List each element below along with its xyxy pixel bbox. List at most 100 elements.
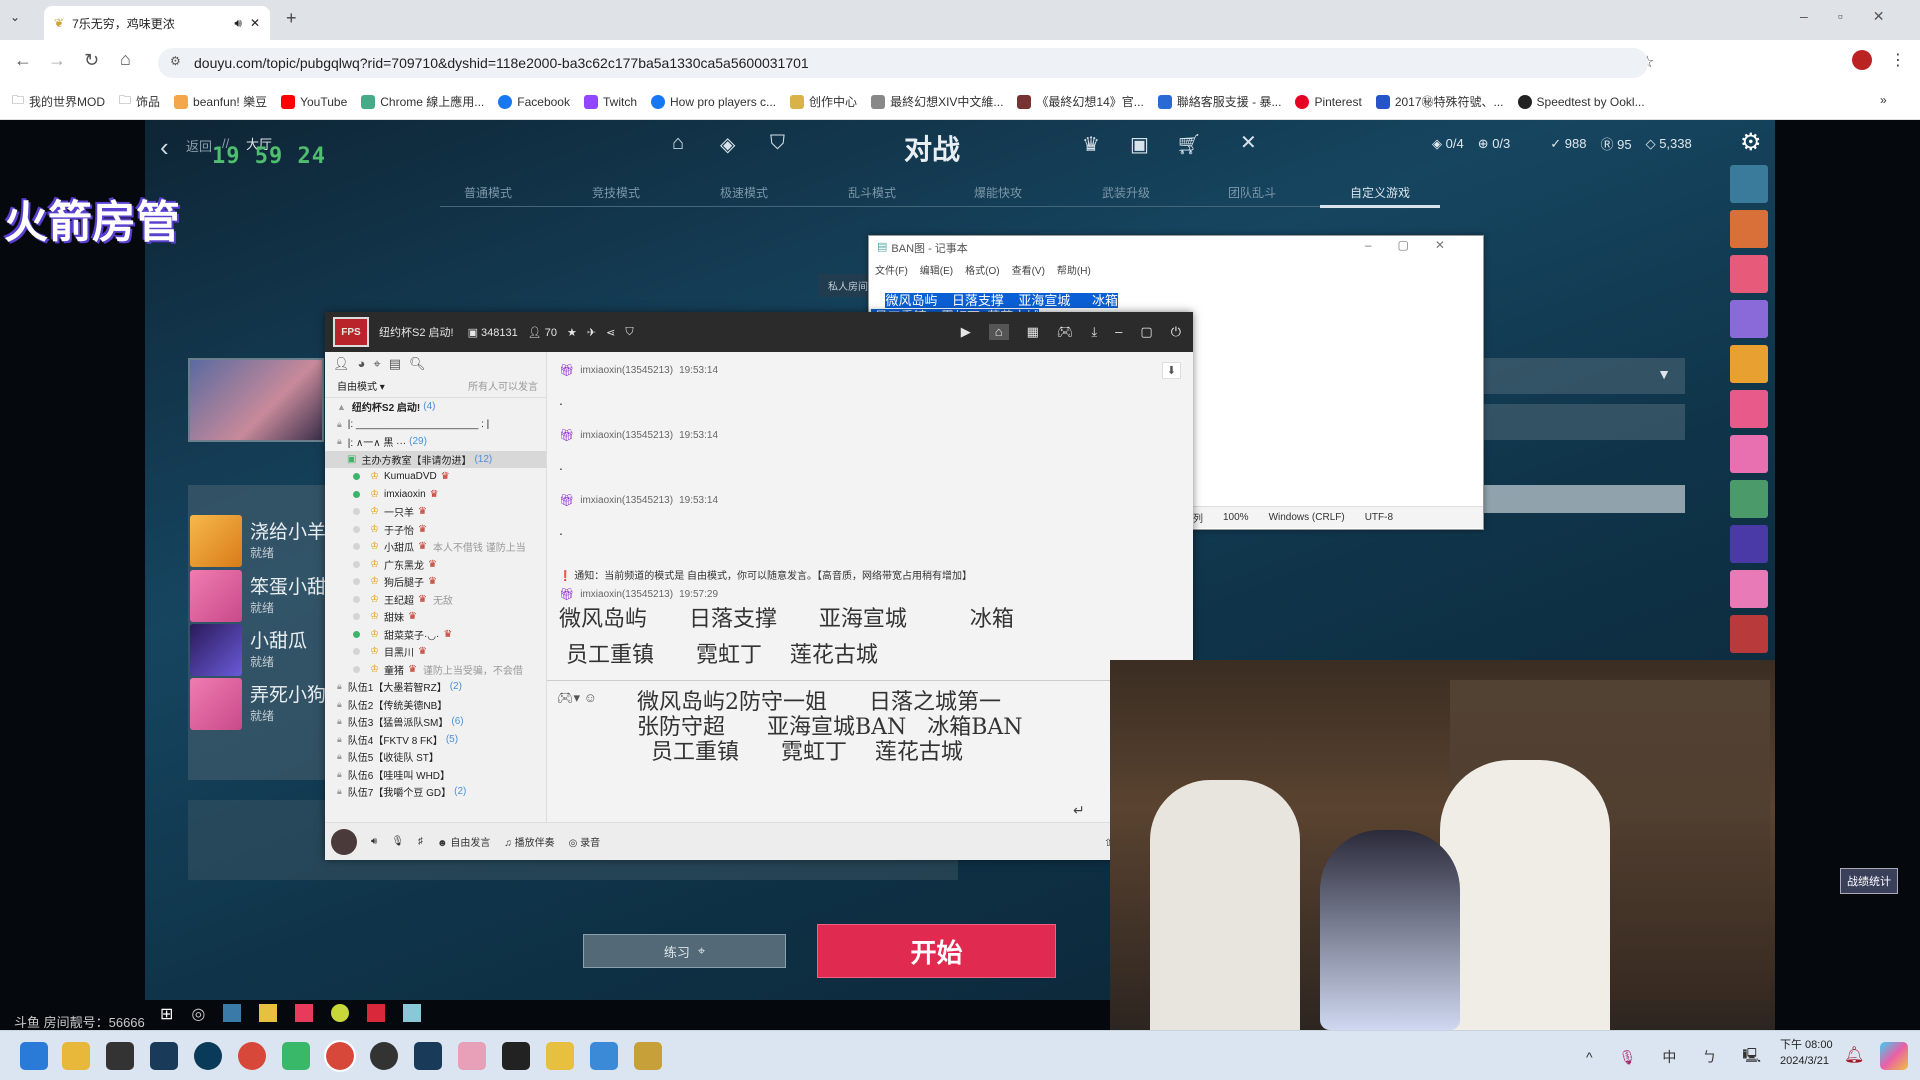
mode-tab[interactable]: 武装升级 (1102, 184, 1150, 201)
mode-tab[interactable]: 乱斗模式 (848, 184, 896, 201)
member-row[interactable]: ♔ 于子怡 ♛ (325, 521, 546, 539)
mic-icon[interactable]: 🎙︎ (391, 836, 404, 847)
member-row[interactable]: ♔ 一只羊 ♛ (325, 503, 546, 521)
home-icon[interactable]: ⌂ (988, 324, 1009, 340)
wechat-icon[interactable] (282, 1042, 310, 1070)
bookmark-item[interactable]: 2017㊙特殊符號、... (1375, 93, 1504, 110)
mode-tab[interactable]: 普通模式 (464, 184, 512, 201)
mic-icon[interactable]: 🎙︎ (1619, 1049, 1637, 1066)
profile-avatar[interactable] (1852, 50, 1872, 70)
user-icon[interactable]: 👤︎ (333, 356, 350, 372)
team-channel[interactable]: 🔒︎ 队伍1【大墨若智RZ】 (2) (325, 678, 546, 696)
board-icon[interactable]: ▦ (1027, 324, 1039, 340)
member-row[interactable]: ♔ 童猪 ♛ 谨防上当受骗，不会借 (325, 661, 546, 679)
back-chevron-icon[interactable]: ‹ (160, 132, 169, 163)
window-controls[interactable]: –▫✕ (1800, 8, 1914, 25)
channel-node[interactable]: ▲ 纽约杯S2 启动! (4) (325, 398, 546, 416)
yy-icon[interactable] (546, 1042, 574, 1070)
obs-icon[interactable] (370, 1042, 398, 1070)
bookmark-item[interactable]: Twitch (583, 94, 637, 109)
bookmark-item[interactable]: 创作中心 (790, 93, 857, 110)
steam-icon[interactable] (414, 1042, 442, 1070)
network-icon[interactable]: 🖳︎ (1742, 1045, 1761, 1069)
team-channel[interactable]: 🔒︎ 队伍4【FKTV 8 FK】 (5) (325, 731, 546, 749)
file-explorer-icon[interactable] (62, 1042, 90, 1070)
app-icon[interactable] (634, 1042, 662, 1070)
maximize-icon[interactable]: ▢ (1140, 324, 1152, 340)
mode-tab[interactable]: 极速模式 (720, 184, 768, 201)
room-node-active[interactable]: ▣ 主办方教室【非请勿进】 (12) (325, 450, 546, 468)
close-tab-icon[interactable]: ✕ (250, 16, 260, 30)
site-info-icon[interactable]: ⚙ (170, 54, 181, 68)
mode-tab[interactable]: 爆能快攻 (974, 184, 1022, 201)
back-label[interactable]: 返回 (186, 136, 212, 155)
gamepad-icon[interactable]: 🎮︎ (1057, 324, 1074, 340)
menu-view[interactable]: 查看(V) (1012, 262, 1045, 277)
map-thumbnail[interactable] (188, 358, 324, 442)
bookmark-item[interactable]: 《最終幻想14》官... (1017, 93, 1144, 110)
menu-help[interactable]: 帮助(H) (1057, 262, 1091, 277)
mixer-icon[interactable]: ♯ (418, 836, 423, 847)
home-icon[interactable]: ⌂ (672, 132, 684, 155)
agent-x-icon[interactable]: ✕ (1240, 130, 1257, 155)
app-icon[interactable] (458, 1042, 486, 1070)
forward-arrow-icon[interactable]: → (48, 50, 66, 71)
agent-icon[interactable] (1730, 480, 1768, 518)
practice-button[interactable]: 练习 ⌖ (583, 934, 786, 968)
agent-icon[interactable] (1730, 300, 1768, 338)
my-avatar[interactable] (331, 828, 357, 855)
chrome-active-icon[interactable] (324, 1040, 356, 1072)
ime-mode-icon[interactable]: ㄅ (1702, 1047, 1716, 1067)
notepad-window-controls[interactable]: –▢✕ (1365, 238, 1471, 252)
scroll-to-bottom-icon[interactable]: ⬇ (1161, 362, 1181, 379)
chat-input[interactable]: 微风岛屿2防守一姐 日落之城第一 张防守超 亚海宣城BAN 冰箱BAN 员工重镇… (637, 690, 1177, 810)
agent-icon[interactable] (1730, 345, 1768, 383)
bookmark-item[interactable]: 聯絡客服支援 - 暴... (1157, 93, 1281, 110)
tab-search-chevron-icon[interactable]: ⌄ (10, 10, 20, 24)
bookmark-item[interactable]: 🗀 我的世界MOD (12, 91, 105, 112)
agent-icon[interactable] (1730, 525, 1768, 563)
agent-icon[interactable] (1730, 615, 1768, 653)
mode-tab[interactable]: 竞技模式 (592, 184, 640, 201)
bookmark-item[interactable]: 🗀 饰品 (119, 91, 160, 112)
record-button[interactable]: ◎ 录音 (569, 834, 601, 849)
emoji-gamepad-icon[interactable]: 🎮︎▾ ☺ (557, 690, 597, 706)
notes-icon[interactable]: ▤ (389, 356, 401, 372)
member-row[interactable]: ♔ 狗后腿子 ♛ (325, 573, 546, 591)
more-bookmarks-icon[interactable]: » (1880, 93, 1887, 107)
bookmark-item[interactable]: How pro players c... (651, 94, 776, 109)
rank-icon[interactable]: ⛉ (770, 132, 785, 155)
address-bar[interactable]: ⚙ douyu.com/topic/pubgqlwq?rid=709710&dy… (158, 48, 1648, 78)
bookmark-item[interactable]: Facebook (498, 94, 570, 109)
member-row[interactable]: ♔ 小甜瓜 ♛ 本人不借钱 谨防上当 (325, 538, 546, 556)
app-icon[interactable] (106, 1042, 134, 1070)
mode-tab-active[interactable]: 自定义游戏 (1350, 184, 1410, 201)
mode-dropdown[interactable]: 自由模式 ▾ (337, 378, 385, 393)
video-icon[interactable]: ▶ (961, 324, 971, 340)
locker-icon[interactable]: ▣ (1130, 132, 1149, 157)
clock[interactable]: 下午 08:00 2024/3/21 (1780, 1037, 1833, 1069)
member-row[interactable]: ♔ imxiaoxin ♛ (325, 486, 546, 504)
member-row[interactable]: ♔ 甜菜菜子·◡· ♛ (325, 626, 546, 644)
home-icon[interactable]: ⌂ (120, 49, 131, 70)
favorite-star-icon[interactable]: ★ (567, 326, 577, 339)
cart-icon[interactable]: 🛒︎ (1176, 132, 1201, 157)
headset-icon[interactable]: ◕ (358, 356, 366, 372)
bookmark-item[interactable]: YouTube (281, 94, 347, 109)
team-channel[interactable]: 🔒︎ 队伍6【哇哇叫 WHD】 (325, 766, 546, 784)
steam-icon[interactable] (150, 1042, 178, 1070)
ime-indicator[interactable]: 中 (1662, 1047, 1676, 1067)
menu-kebab-icon[interactable]: ⋮ (1890, 50, 1906, 70)
shield-icon[interactable]: ⛉ (625, 326, 633, 339)
browser-tab[interactable]: ❦ 7乐无穷，鸡味更浓 🔊︎ ✕ (44, 6, 270, 40)
bookmark-item[interactable]: Chrome 線上應用... (361, 93, 484, 110)
start-icon[interactable] (20, 1042, 48, 1070)
team-channel[interactable]: 🔒︎ 队伍7【我嚼个豆 GD】 (2) (325, 783, 546, 801)
send-enter-icon[interactable]: ↵ (1073, 802, 1085, 819)
tray-chevron-icon[interactable]: ^ (1586, 1049, 1593, 1065)
notepad-icon[interactable] (590, 1042, 618, 1070)
agent-icon[interactable] (1730, 210, 1768, 248)
settings-gear-icon[interactable]: ⚙ (1740, 128, 1762, 157)
minimize-to-tray-icon[interactable]: ⤓ (1091, 324, 1097, 340)
member-row[interactable]: ♔ 王纪超 ♛ 无敌 (325, 591, 546, 609)
